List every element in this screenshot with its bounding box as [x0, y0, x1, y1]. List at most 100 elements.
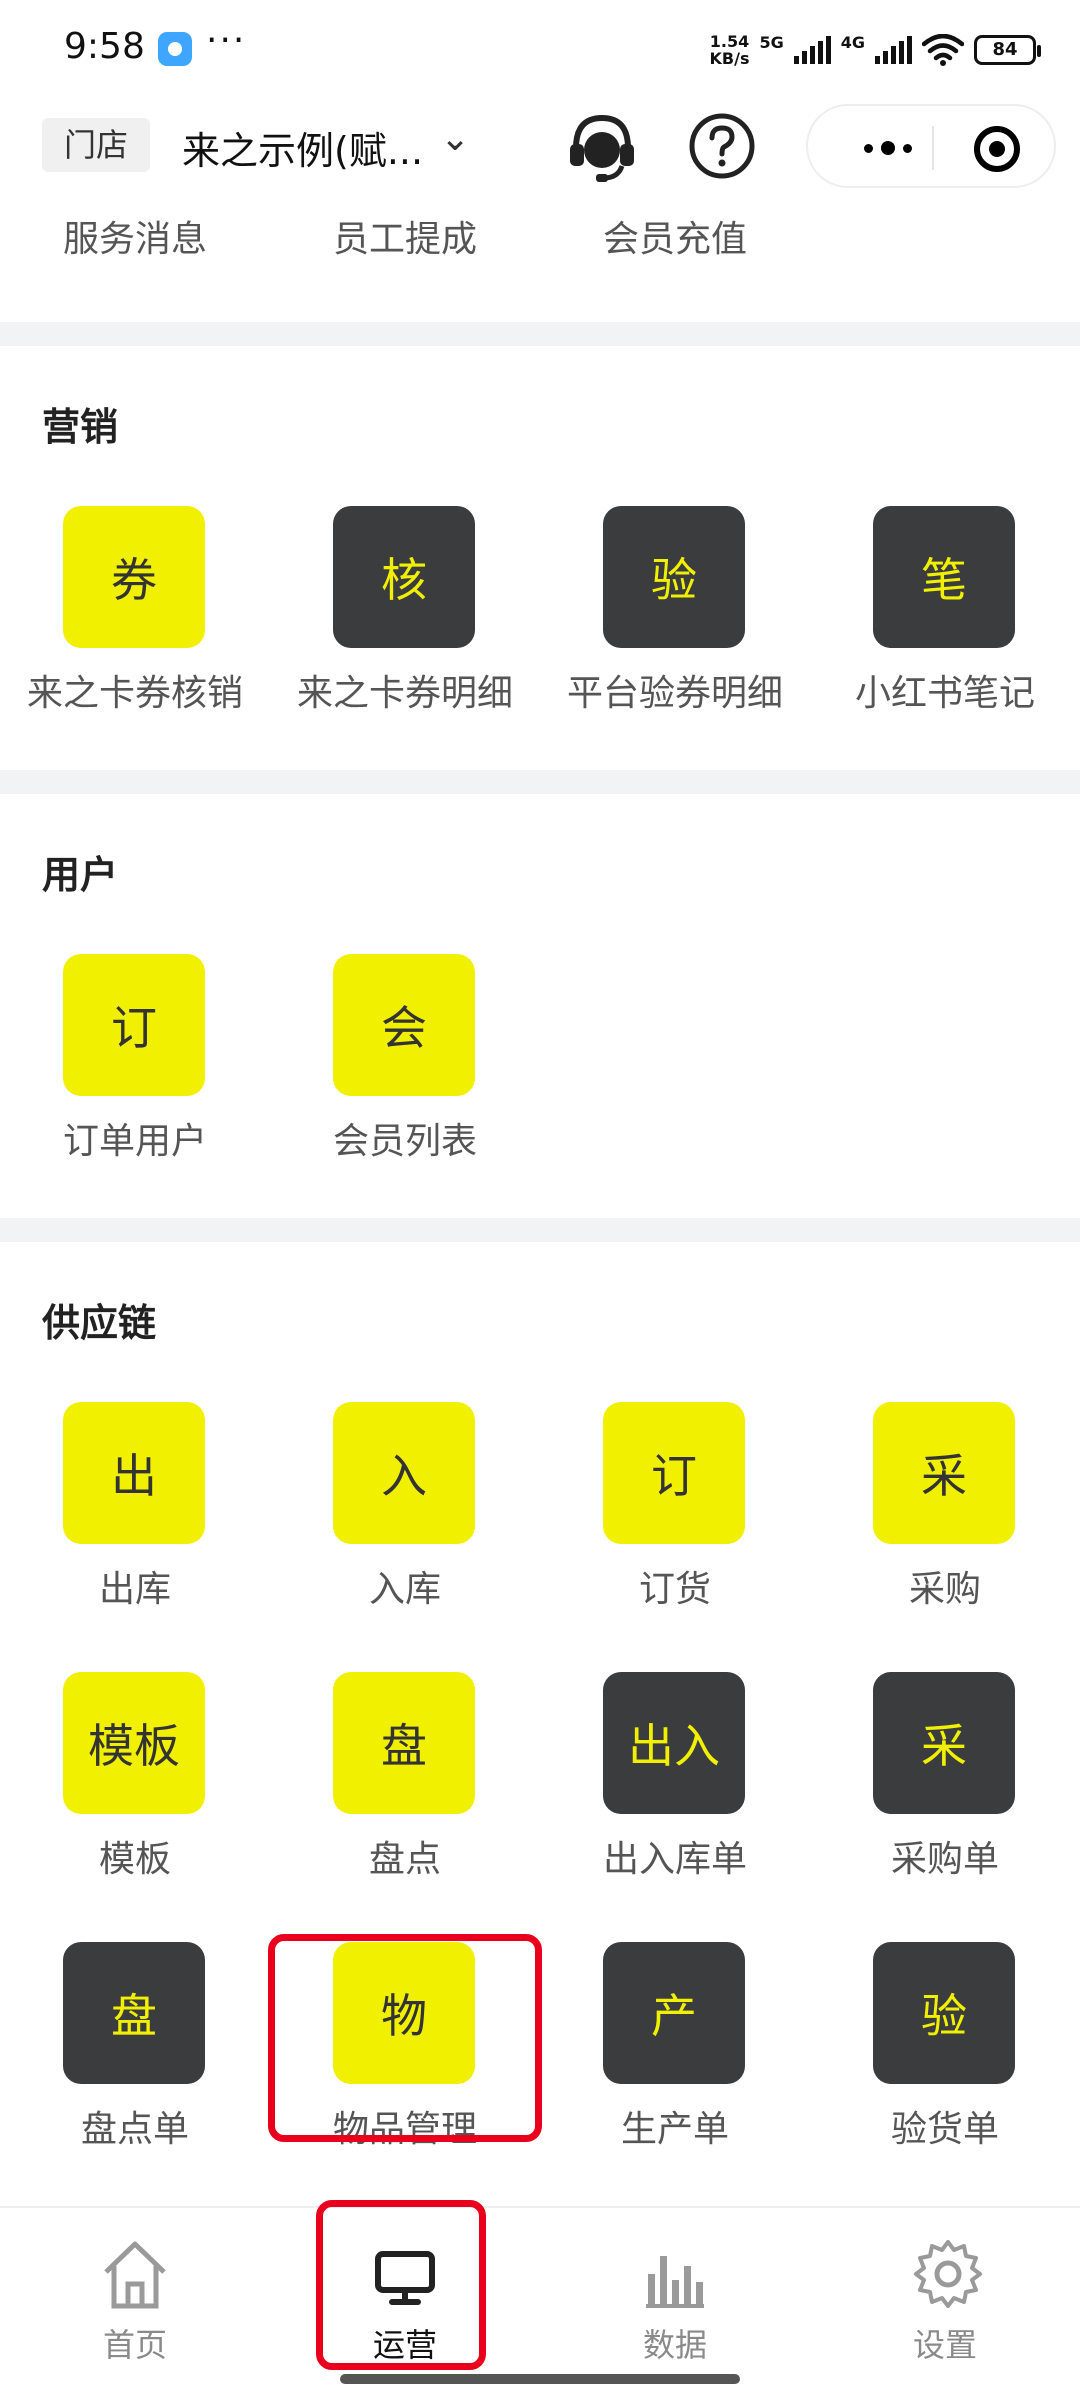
section-divider: [0, 1218, 1080, 1242]
status-bar: 9:58 ··· 1.54 KB/s 5G 4G 84: [0, 0, 1080, 100]
tile-platform-coupon[interactable]: 验 平台验券明细: [540, 506, 810, 714]
tile-purchase-orders[interactable]: 采 采购单: [810, 1672, 1080, 1880]
tile-label: 平台验券明细: [566, 673, 783, 714]
tile-label: 订单用户: [62, 1121, 207, 1162]
customer-service-icon[interactable]: [562, 106, 642, 186]
notes-icon: 笔: [873, 506, 1015, 648]
in-out-icon: 出入: [603, 1672, 745, 1814]
tile-label: 小红书笔记: [854, 673, 1035, 714]
tile-label: 盘点: [368, 1839, 441, 1880]
tile-label: 入库: [368, 1569, 441, 1610]
section-marketing: 营销 券 来之卡券核销 核 来之卡券明细 验 平台验券明细 笔 小红书笔记: [0, 346, 1080, 770]
tile-label: 来之卡券明细: [296, 673, 513, 714]
store-tag: 门店: [42, 118, 150, 172]
tile-purchase[interactable]: 采 采购: [810, 1402, 1080, 1610]
bottom-tab-bar: 首页 运营 数据 设置: [0, 2206, 1080, 2400]
stock-out-icon: 出: [63, 1402, 205, 1544]
tab-data[interactable]: 数据: [540, 2222, 810, 2372]
highlight-box-item-management: [268, 1934, 542, 2142]
section-title: 营销: [42, 405, 119, 449]
link-service-messages[interactable]: 服务消息: [0, 210, 270, 262]
network-speed-value: 1.54: [709, 32, 750, 51]
tile-label: 生产单: [620, 2109, 729, 2150]
tab-label: 首页: [102, 2326, 167, 2364]
tile-label: 订货: [638, 1569, 711, 1610]
capsule-divider: [932, 126, 934, 170]
inventory-icon: 盘: [333, 1672, 475, 1814]
app-notification-icon: [158, 32, 192, 66]
tab-home[interactable]: 首页: [0, 2222, 270, 2372]
count-order-icon: 盘: [63, 1942, 205, 2084]
inspection-icon: 验: [873, 1942, 1015, 2084]
tile-label: 采购: [908, 1569, 981, 1610]
link-member-recharge[interactable]: 会员充值: [540, 210, 810, 262]
member-icon: 会: [333, 954, 475, 1096]
wifi-icon: [922, 34, 964, 66]
tile-in-out-orders[interactable]: 出入 出入库单: [540, 1672, 810, 1880]
tile-member-list[interactable]: 会 会员列表: [270, 954, 540, 1162]
highlight-box-operations-tab: [316, 2200, 486, 2370]
link-staff-commission[interactable]: 员工提成: [270, 210, 540, 262]
status-time: 9:58: [64, 26, 145, 67]
stock-in-icon: 入: [333, 1402, 475, 1544]
battery-icon: 84: [974, 35, 1041, 65]
more-icon[interactable]: [838, 128, 938, 168]
home-indicator[interactable]: [340, 2374, 740, 2384]
network-type-4g: 4G: [840, 32, 865, 52]
tile-label: 采购单: [890, 1839, 999, 1880]
tile-stock-in[interactable]: 入 入库: [270, 1402, 540, 1610]
tile-coupon-details[interactable]: 核 来之卡券明细: [270, 506, 540, 714]
tile-inspection-orders[interactable]: 验 验货单: [810, 1942, 1080, 2150]
check-coupon-icon: 验: [603, 506, 745, 648]
purchase-order-icon: 采: [873, 1672, 1015, 1814]
tile-label: 来之卡券核销: [26, 673, 243, 714]
quick-links: 服务消息 员工提成 会员充值: [0, 210, 1080, 270]
ordering-icon: 订: [603, 1402, 745, 1544]
chevron-down-icon[interactable]: ⌄: [440, 118, 470, 159]
tab-label: 数据: [642, 2326, 707, 2364]
tile-label: 验货单: [890, 2109, 999, 2150]
tile-stock-out[interactable]: 出 出库: [0, 1402, 270, 1610]
section-title: 用户: [42, 853, 119, 897]
tile-label: 模板: [98, 1839, 171, 1880]
coupon-icon: 券: [63, 506, 205, 648]
template-icon: 模板: [63, 1672, 205, 1814]
app-header: 门店 来之示例(赋... ⌄: [0, 100, 1080, 192]
tile-xiaohongshu-notes[interactable]: 笔 小红书笔记: [810, 506, 1080, 714]
tab-label: 设置: [912, 2326, 977, 2364]
tile-coupon-redeem[interactable]: 券 来之卡券核销: [0, 506, 270, 714]
tile-label: 出库: [98, 1569, 171, 1610]
gear-icon: [914, 2240, 982, 2308]
signal-icon: [875, 36, 912, 64]
home-icon: [104, 2241, 166, 2309]
tile-label: 盘点单: [80, 2109, 189, 2150]
store-selector[interactable]: 来之示例(赋...: [182, 120, 423, 175]
order-icon: 订: [63, 954, 205, 1096]
tile-label: 出入库单: [602, 1839, 747, 1880]
section-title: 供应链: [42, 1301, 157, 1345]
production-icon: 产: [603, 1942, 745, 2084]
status-indicators: 1.54 KB/s 5G 4G 84: [710, 30, 1041, 70]
tile-ordering[interactable]: 订 订货: [540, 1402, 810, 1610]
tile-template[interactable]: 模板 模板: [0, 1672, 270, 1880]
tile-order-users[interactable]: 订 订单用户: [0, 954, 270, 1162]
network-speed-unit: KB/s: [709, 49, 750, 68]
purchase-icon: 采: [873, 1402, 1015, 1544]
tab-settings[interactable]: 设置: [810, 2222, 1080, 2372]
miniprogram-capsule: [806, 104, 1056, 188]
tile-count-orders[interactable]: 盘 盘点单: [0, 1942, 270, 2150]
network-speed: 1.54 KB/s: [710, 33, 750, 67]
network-type-5g: 5G: [759, 32, 784, 52]
section-users: 用户 订 订单用户 会 会员列表: [0, 794, 1080, 1218]
close-miniprogram-icon[interactable]: [974, 126, 1020, 172]
section-divider: [0, 770, 1080, 794]
help-icon[interactable]: [688, 112, 756, 180]
bar-chart-icon: [646, 2256, 704, 2308]
signal-icon: [793, 36, 831, 64]
section-divider: [0, 322, 1080, 346]
tile-inventory-count[interactable]: 盘 盘点: [270, 1672, 540, 1880]
tile-production-orders[interactable]: 产 生产单: [540, 1942, 810, 2150]
tile-label: 会员列表: [332, 1121, 477, 1162]
verify-icon: 核: [333, 506, 475, 648]
more-notifications-icon: ···: [206, 20, 247, 61]
